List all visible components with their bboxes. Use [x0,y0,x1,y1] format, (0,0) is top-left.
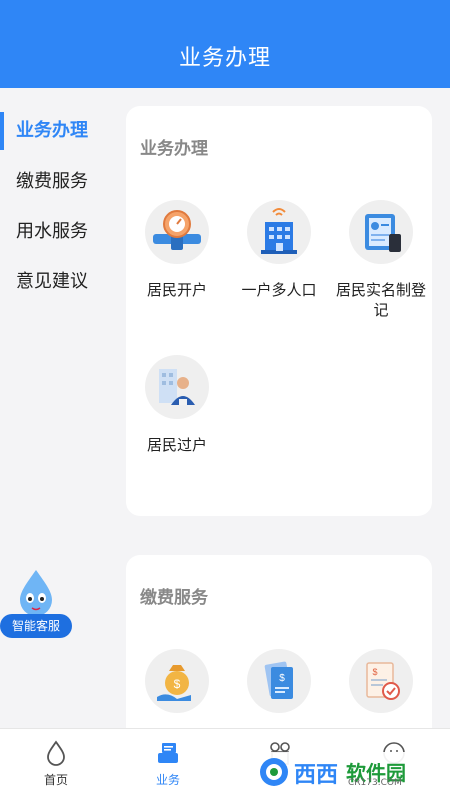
sidebar-item-business[interactable]: 业务办理 [0,106,112,156]
service-payment-2[interactable]: $ [228,649,330,713]
smart-assistant[interactable]: 智能客服 [0,568,74,640]
app-header: 业务办理 [0,0,450,88]
water-drop-mascot-icon [12,568,60,618]
tray-icon [154,739,182,767]
sidebar-item-water[interactable]: 用水服务 [0,207,112,257]
water-drop-icon [42,739,70,767]
tab-business[interactable]: 业务 [112,729,224,800]
building-icon [247,200,311,264]
tab-home[interactable]: 首页 [0,729,112,800]
tab-label: 业务 [155,773,180,787]
service-realname-registration[interactable]: 居民实名制登记 [330,200,432,320]
id-registration-icon [349,200,413,264]
service-resident-transfer[interactable]: 居民过户 [126,355,228,455]
water-meter-icon [145,200,209,264]
service-payment-1[interactable]: $ [126,649,228,713]
section-title: 缴费服务 [140,588,208,608]
page-title: 业务办理 [178,46,271,71]
watermark-url: CR173.COM [348,778,402,788]
sidebar-item-payment[interactable]: 缴费服务 [0,157,112,207]
service-multi-person[interactable]: 一户多人口 [228,200,330,300]
service-label: 一户多人口 [241,281,317,299]
watermark-brand: 西西 [294,763,339,788]
service-label: 居民实名制登记 [335,281,426,319]
invoice-check-icon: $ [349,649,413,713]
assistant-label: 智能客服 [0,614,72,638]
service-payment-3[interactable]: $ [330,649,432,713]
section-title: 业务办理 [140,139,208,159]
bill-document-icon: $ [247,649,311,713]
payment-card: 缴费服务 $ $ $ [126,555,432,728]
watermark: 西西 软件园 CR173.COM [252,752,432,792]
svg-text:$: $ [174,677,181,691]
business-card: 业务办理 居民开户 一户多人口 居民实名制登记 居民过户 [126,106,432,516]
service-label: 居民开户 [146,281,207,299]
person-transfer-icon [145,355,209,419]
tab-label: 首页 [43,773,68,787]
svg-text:$: $ [372,667,377,677]
service-label: 居民过户 [146,436,207,454]
sidebar-item-feedback[interactable]: 意见建议 [0,257,112,307]
watermark-logo-icon [258,756,290,788]
service-resident-account[interactable]: 居民开户 [126,200,228,300]
money-bag-icon: $ [145,649,209,713]
svg-text:$: $ [279,673,285,684]
main-content: 业务办理 居民开户 一户多人口 居民实名制登记 居民过户 缴费服务 $ $ $ [112,88,450,728]
